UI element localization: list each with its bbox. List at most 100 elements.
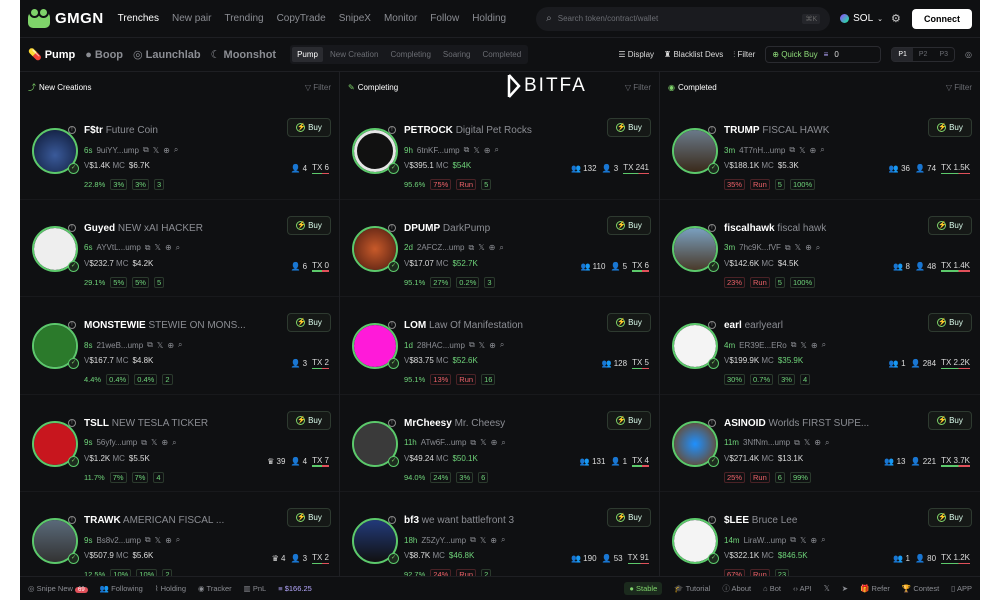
tab-completed[interactable]: Completed: [478, 47, 527, 62]
token-symbol[interactable]: MONSTEWIE: [84, 320, 146, 331]
globe-icon[interactable]: ⊕: [161, 438, 168, 447]
nav-monitor[interactable]: Monitor: [384, 13, 417, 24]
search-icon[interactable]: ⌕: [820, 145, 824, 155]
column-filter-button[interactable]: ▽ Filter: [946, 83, 972, 92]
telegram-icon[interactable]: ➤: [842, 584, 848, 593]
globe-icon[interactable]: ⊕: [167, 341, 174, 350]
buy-button[interactable]: ⚡ Buy: [928, 118, 972, 137]
token-address[interactable]: AYVtL...ump: [96, 243, 140, 252]
twitter-icon[interactable]: 𝕏: [155, 243, 161, 252]
info-icon[interactable]: !: [68, 126, 76, 134]
platform-boop[interactable]: ● Boop: [85, 49, 123, 61]
token-address[interactable]: 56yfy...ump: [96, 438, 137, 447]
token-symbol[interactable]: F$tr: [84, 125, 103, 136]
copy-icon[interactable]: ⧉: [791, 340, 797, 350]
buy-button[interactable]: ⚡ Buy: [928, 215, 972, 235]
buy-button[interactable]: ⚡ Buy: [287, 508, 331, 527]
app-link[interactable]: ▯ APP: [951, 584, 972, 593]
nav-snipex[interactable]: SnipeX: [339, 13, 371, 24]
buy-button[interactable]: ⚡ Buy: [287, 410, 331, 430]
settings-icon[interactable]: ⚙: [891, 12, 901, 25]
tutorial-link[interactable]: 🎓 Tutorial: [674, 584, 710, 593]
platform-pump[interactable]: 💊 Pump: [28, 48, 75, 62]
token-symbol[interactable]: TRUMP: [724, 125, 760, 136]
token-card[interactable]: ! ✓ MONSTEWIE STEWIE ON MONS... 8s 21weB.…: [20, 297, 339, 395]
token-address[interactable]: 7hc9K...fVF: [739, 243, 781, 252]
logo[interactable]: GMGN: [28, 6, 104, 28]
bot-link[interactable]: ⌂ Bot: [763, 584, 781, 593]
token-address[interactable]: ER39E...ERo: [739, 341, 787, 350]
column-filter-button[interactable]: ▽ Filter: [625, 83, 651, 92]
copy-icon[interactable]: ⧉: [470, 438, 476, 448]
search-icon[interactable]: ⌕: [176, 535, 180, 545]
token-address[interactable]: 9uiYY...ump: [96, 146, 139, 155]
globe-icon[interactable]: ⊕: [810, 146, 817, 155]
twitter-icon[interactable]: 𝕏: [155, 536, 161, 545]
token-address[interactable]: 3NfNm...ump: [743, 438, 790, 447]
buy-button[interactable]: ⚡ Buy: [928, 508, 972, 527]
info-icon[interactable]: !: [708, 321, 716, 329]
token-symbol[interactable]: LOM: [404, 320, 426, 331]
token-card[interactable]: ! ✓ TSLL NEW TESLA TICKER 9s 56yfy...ump ⧉…: [20, 395, 339, 492]
copy-icon[interactable]: ⧉: [470, 535, 476, 545]
copy-icon[interactable]: ⧉: [785, 243, 791, 253]
buy-button[interactable]: ⚡ Buy: [287, 313, 331, 332]
info-icon[interactable]: !: [388, 223, 396, 232]
nav-new-pair[interactable]: New pair: [172, 13, 211, 24]
token-address[interactable]: Bs8v2...ump: [96, 536, 140, 545]
token-symbol[interactable]: earl: [724, 320, 742, 331]
search-icon[interactable]: ⌕: [501, 535, 505, 545]
token-symbol[interactable]: $LEE: [724, 515, 749, 526]
buy-button[interactable]: ⚡ Buy: [607, 508, 651, 527]
token-address[interactable]: 28HAC...ump: [417, 341, 465, 350]
connect-button[interactable]: Connect: [912, 8, 972, 29]
preset-p3[interactable]: P3: [933, 48, 954, 61]
globe-icon[interactable]: ⊕: [489, 243, 496, 252]
token-address[interactable]: 2AFCZ...ump: [417, 243, 465, 252]
globe-icon[interactable]: ⊕: [805, 243, 812, 252]
copy-icon[interactable]: ⧉: [145, 243, 151, 253]
wallet-balance[interactable]: ≡ $166.25: [278, 584, 312, 593]
buy-button[interactable]: ⚡ Buy: [607, 313, 651, 332]
search-icon[interactable]: ⌕: [172, 438, 176, 448]
globe-icon[interactable]: ⊕: [165, 536, 172, 545]
info-icon[interactable]: !: [708, 418, 716, 427]
search-icon[interactable]: ⌕: [822, 340, 826, 350]
buy-button[interactable]: ⚡ Buy: [287, 215, 331, 235]
info-icon[interactable]: !: [68, 223, 76, 232]
settings-icon[interactable]: ◎: [965, 50, 972, 59]
copy-icon[interactable]: ⧉: [464, 145, 470, 155]
twitter-icon[interactable]: 𝕏: [799, 146, 805, 155]
search-icon[interactable]: ⌕: [816, 243, 820, 253]
buy-button[interactable]: ⚡ Buy: [287, 118, 331, 137]
twitter-icon[interactable]: 𝕏: [795, 243, 801, 252]
tab-new-creation[interactable]: New Creation: [325, 47, 383, 62]
token-address[interactable]: 6tnKF...ump: [417, 146, 460, 155]
token-address[interactable]: 21weB...ump: [96, 341, 143, 350]
token-card[interactable]: ! ✓ LOM Law Of Manifestation 1d 28HAC...u…: [340, 297, 659, 395]
globe-icon[interactable]: ⊕: [814, 438, 821, 447]
platform-launchlab[interactable]: ◎ Launchlab: [133, 48, 201, 62]
copy-icon[interactable]: ⧉: [469, 340, 475, 350]
about-link[interactable]: ⓘ About: [722, 583, 751, 594]
search-icon[interactable]: ⌕: [494, 145, 498, 155]
token-address[interactable]: 4T7nH...ump: [739, 146, 785, 155]
preset-p1[interactable]: P1: [892, 48, 913, 61]
buy-button[interactable]: ⚡ Buy: [607, 410, 651, 430]
nav-trenches[interactable]: Trenches: [118, 13, 159, 24]
token-address[interactable]: ATw6F...ump: [421, 438, 467, 447]
globe-icon[interactable]: ⊕: [490, 536, 497, 545]
copy-icon[interactable]: ⧉: [790, 535, 796, 545]
twitter-icon[interactable]: 𝕏: [480, 438, 486, 447]
twitter-icon[interactable]: 𝕏: [800, 341, 806, 350]
snipe-new-button[interactable]: ◎ Snipe New 69: [28, 584, 88, 593]
blacklist-devs-button[interactable]: ♜ Blacklist Devs: [664, 50, 723, 59]
copy-icon[interactable]: ⧉: [145, 535, 151, 545]
info-icon[interactable]: !: [708, 223, 716, 232]
twitter-icon[interactable]: 𝕏: [479, 341, 485, 350]
search-icon[interactable]: ⌕: [174, 145, 178, 155]
token-card[interactable]: ! ✓ Guyed NEW xAI HACKER 6s AYVtL...ump ⧉ 𝕏…: [20, 200, 339, 297]
nav-holding[interactable]: Holding: [472, 13, 506, 24]
nav-follow[interactable]: Follow: [430, 13, 459, 24]
twitter-icon[interactable]: 𝕏: [153, 146, 159, 155]
